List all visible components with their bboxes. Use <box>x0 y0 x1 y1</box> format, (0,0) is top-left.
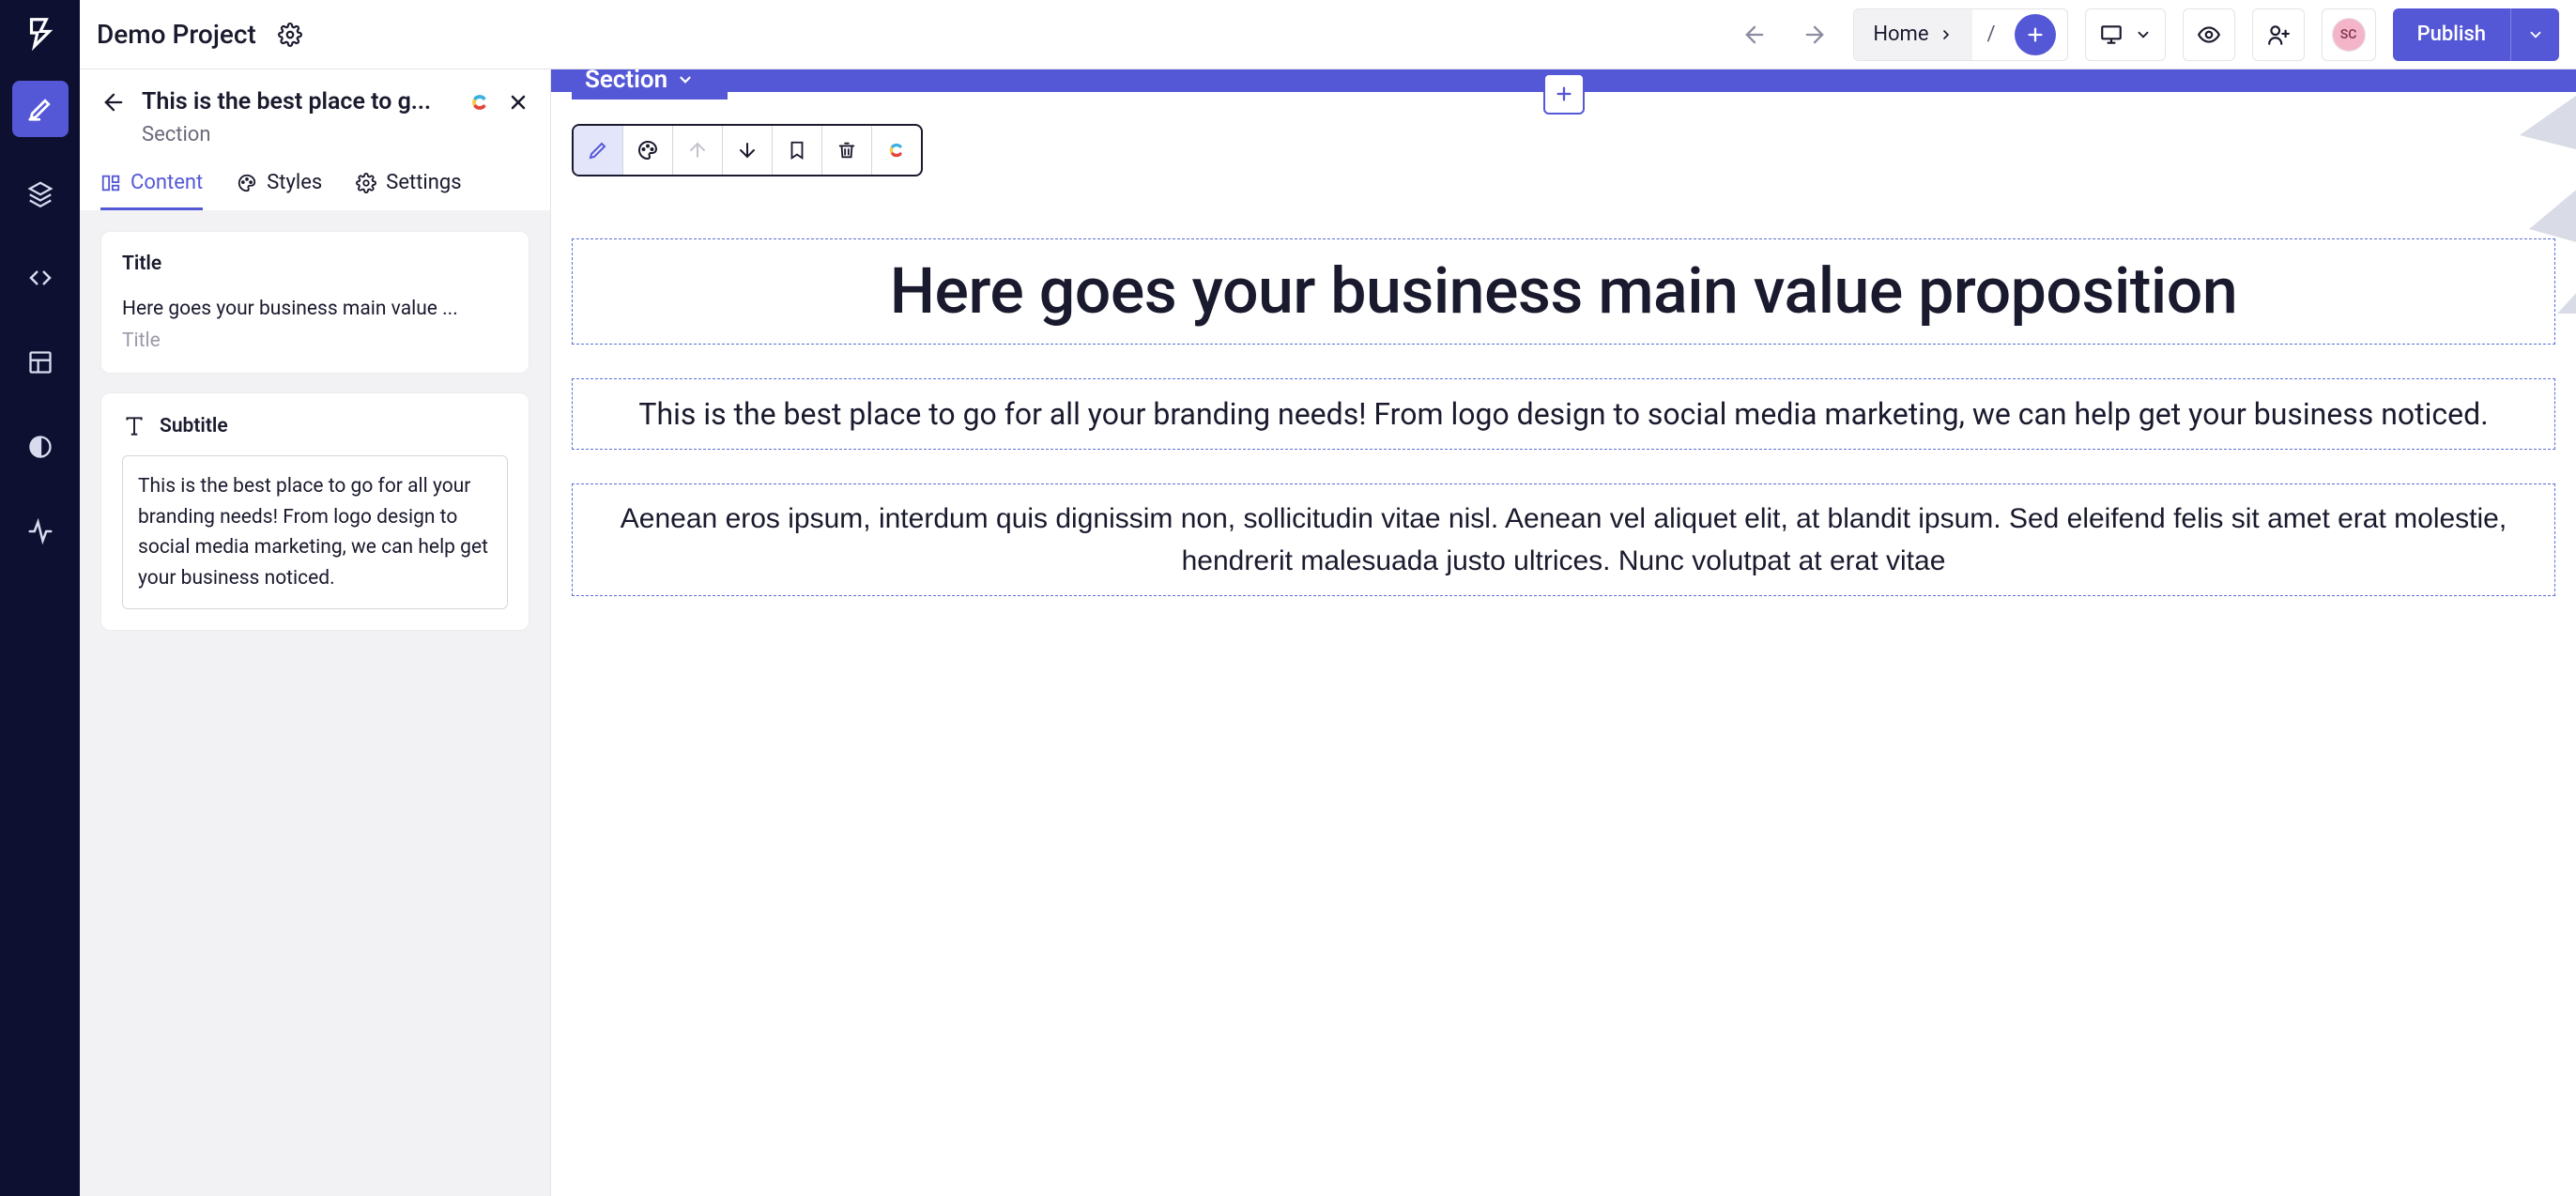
hero-body-text: Aenean eros ipsum, interdum quis digniss… <box>597 498 2530 582</box>
tab-content-label: Content <box>130 171 203 194</box>
properties-panel: This is the best place to g... Section C… <box>80 69 551 1196</box>
panel-title: This is the best place to g... <box>142 88 452 115</box>
breadcrumb: Home / <box>1853 8 2067 61</box>
publish-button[interactable]: Publish <box>2393 8 2559 61</box>
canvas: Section <box>551 69 2576 1196</box>
user-avatar: SC <box>2332 18 2366 52</box>
topbar: Demo Project Home / <box>80 0 2576 69</box>
publish-dropdown[interactable] <box>2510 8 2559 61</box>
app-logo-icon <box>21 13 60 53</box>
text-icon <box>122 414 146 438</box>
subtitle-textbox[interactable]: This is the best place to go for all you… <box>122 455 508 609</box>
title-card-meta: Title <box>122 330 508 352</box>
history-forward-button[interactable] <box>1793 13 1836 56</box>
tab-settings-label: Settings <box>386 171 461 194</box>
tab-content[interactable]: Content <box>100 171 203 210</box>
tab-styles-label: Styles <box>267 171 322 194</box>
section-tag-label: Section <box>585 69 667 94</box>
subtitle-card-label: Subtitle <box>160 415 228 437</box>
subtitle-card: Subtitle This is the best place to go fo… <box>100 392 529 631</box>
hero-subtitle-block[interactable]: This is the best place to go for all you… <box>572 378 2555 450</box>
toolbar-contentful-button[interactable] <box>872 126 921 175</box>
toolbar-bookmark-button[interactable] <box>773 126 821 175</box>
floating-toolbar <box>572 124 923 176</box>
title-card-value: Here goes your business main value ... <box>122 298 508 320</box>
hero-subtitle-text: This is the best place to go for all you… <box>597 392 2530 436</box>
desktop-icon <box>2099 23 2124 47</box>
gear-icon <box>356 173 376 193</box>
tab-settings[interactable]: Settings <box>356 171 461 210</box>
hero-body-block[interactable]: Aenean eros ipsum, interdum quis digniss… <box>572 483 2555 596</box>
decorative-shape <box>2501 69 2576 314</box>
add-page-button[interactable] <box>2015 14 2056 55</box>
user-plus-icon <box>2266 23 2291 47</box>
toolbar-delete-button[interactable] <box>822 126 871 175</box>
breadcrumb-separator: / <box>1972 23 2011 46</box>
section-tag[interactable]: Section <box>572 69 728 100</box>
chevron-right-icon <box>1939 27 1954 42</box>
breadcrumb-home[interactable]: Home <box>1854 9 1971 60</box>
history-back-button[interactable] <box>1733 13 1776 56</box>
device-selector[interactable] <box>2085 8 2166 61</box>
invite-user-button[interactable] <box>2252 8 2305 61</box>
rail-activity-button[interactable] <box>12 503 69 560</box>
chevron-down-icon <box>677 71 694 88</box>
eye-icon <box>2197 23 2221 47</box>
panel-back-button[interactable] <box>100 89 127 115</box>
toolbar-styles-button[interactable] <box>623 126 672 175</box>
panel-subtitle: Section <box>142 123 529 146</box>
rail-theme-button[interactable] <box>12 419 69 475</box>
title-card-label: Title <box>122 253 508 275</box>
rail-edit-button[interactable] <box>12 81 69 137</box>
icon-rail <box>0 0 80 1196</box>
chevron-down-icon <box>2527 26 2544 43</box>
project-settings-button[interactable] <box>273 18 307 52</box>
add-section-button[interactable] <box>1543 73 1585 115</box>
rail-layout-button[interactable] <box>12 334 69 391</box>
preview-button[interactable] <box>2183 8 2235 61</box>
contentful-icon <box>468 90 492 115</box>
toolbar-edit-button[interactable] <box>574 126 622 175</box>
title-card[interactable]: Title Here goes your business main value… <box>100 231 529 374</box>
chevron-down-icon <box>2135 26 2152 43</box>
project-title: Demo Project <box>97 19 256 50</box>
content-icon <box>100 173 121 193</box>
toolbar-move-down-button[interactable] <box>723 126 772 175</box>
palette-icon <box>237 173 257 193</box>
hero-title-block[interactable]: Here goes your business main value propo… <box>572 238 2555 345</box>
hero-title-text: Here goes your business main value propo… <box>597 253 2530 330</box>
tab-styles[interactable]: Styles <box>237 171 322 210</box>
avatar-container[interactable]: SC <box>2322 8 2376 61</box>
publish-label: Publish <box>2393 8 2510 61</box>
breadcrumb-home-label: Home <box>1873 23 1928 46</box>
rail-layers-button[interactable] <box>12 165 69 222</box>
panel-close-button[interactable] <box>507 91 529 114</box>
toolbar-move-up-button[interactable] <box>673 126 722 175</box>
rail-code-button[interactable] <box>12 250 69 306</box>
